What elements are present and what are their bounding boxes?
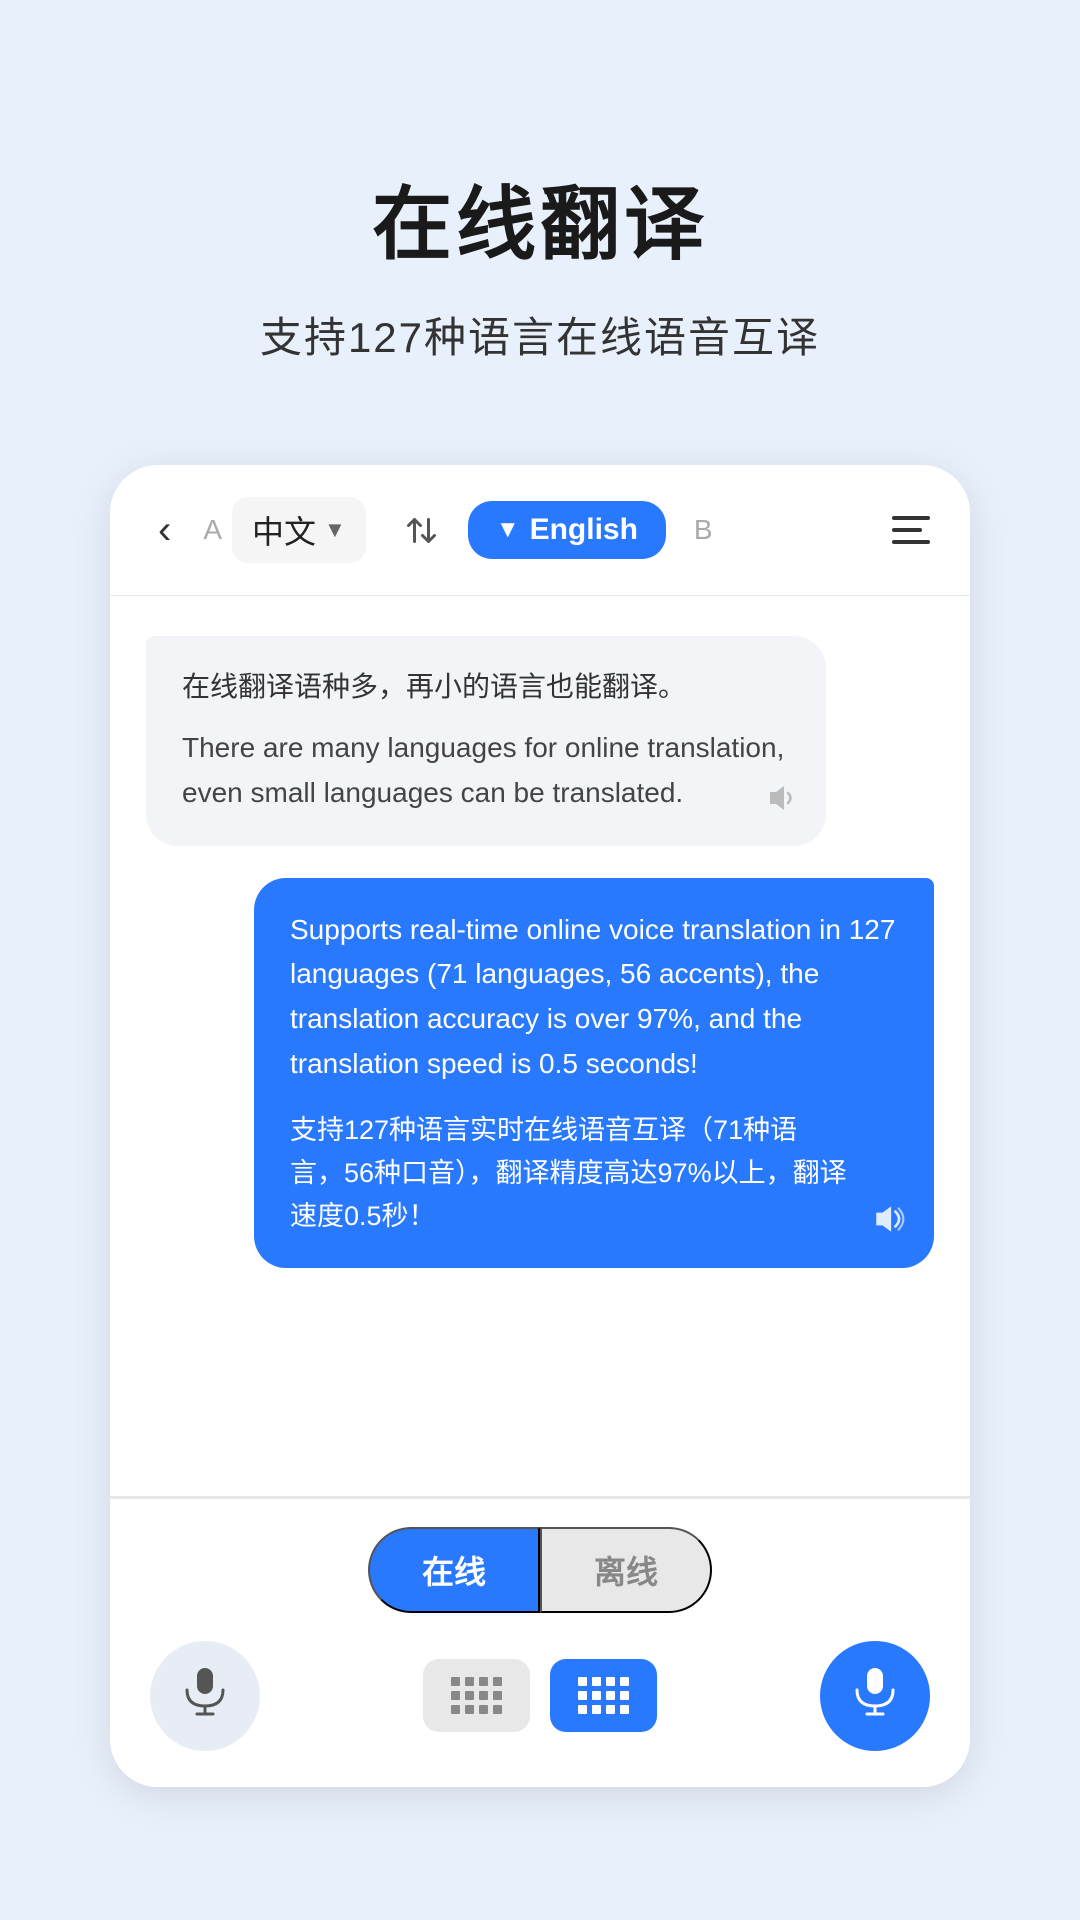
mic-left-button[interactable] bbox=[150, 1641, 260, 1751]
swap-languages-button[interactable] bbox=[389, 503, 444, 557]
lang-a-label: A bbox=[203, 514, 222, 546]
app-card: ‹ A 中文 ▼ ▼ English B bbox=[110, 465, 970, 1787]
menu-line-2 bbox=[892, 528, 922, 532]
source-lang-text: 中文 bbox=[252, 507, 316, 553]
menu-line-1 bbox=[892, 516, 930, 520]
menu-button[interactable] bbox=[892, 516, 930, 544]
bubble-left-translation-text: There are many languages for online tran… bbox=[182, 726, 790, 816]
source-lang-chinese[interactable]: 中文 ▼ bbox=[232, 497, 366, 563]
bubble-right-english-text: Supports real-time online voice translat… bbox=[290, 908, 898, 1087]
source-lang-selector: A 中文 ▼ bbox=[203, 497, 365, 563]
english-flag-icon: ▼ bbox=[496, 516, 520, 544]
speaker-left-icon[interactable] bbox=[766, 782, 798, 822]
back-button[interactable]: ‹ bbox=[150, 508, 179, 553]
mic-right-button[interactable] bbox=[820, 1641, 930, 1751]
menu-line-3 bbox=[892, 540, 930, 544]
mic-right-icon bbox=[849, 1664, 901, 1728]
target-lang-english[interactable]: ▼ English bbox=[468, 501, 666, 559]
bubble-right: Supports real-time online voice translat… bbox=[254, 878, 934, 1269]
page-header: 在线翻译 支持127种语言在线语音互译 bbox=[0, 0, 1080, 425]
keyboard-gray-button[interactable] bbox=[423, 1659, 530, 1732]
keyboard-buttons bbox=[423, 1659, 657, 1732]
mode-online-button[interactable]: 在线 bbox=[368, 1527, 540, 1613]
mode-row: 在线 离线 bbox=[150, 1527, 930, 1613]
keyboard-blue-button[interactable] bbox=[550, 1659, 657, 1732]
page-subtitle: 支持127种语言在线语音互译 bbox=[260, 304, 820, 365]
keyboard-gray-icon bbox=[451, 1677, 502, 1714]
bubble-left: 在线翻译语种多，再小的语言也能翻译。 There are many langua… bbox=[146, 636, 826, 846]
chevron-down-icon: ▼ bbox=[324, 517, 346, 543]
nav-bar: ‹ A 中文 ▼ ▼ English B bbox=[110, 465, 970, 596]
chat-area: 在线翻译语种多，再小的语言也能翻译。 There are many langua… bbox=[110, 596, 970, 1496]
bubble-left-source-text: 在线翻译语种多，再小的语言也能翻译。 bbox=[182, 666, 790, 708]
mic-left-icon bbox=[179, 1664, 231, 1728]
bubble-right-chinese-text: 支持127种语言实时在线语音互译（71种语言，56种口音），翻译精度高达97%以… bbox=[290, 1109, 898, 1239]
mode-offline-button[interactable]: 离线 bbox=[540, 1527, 712, 1613]
lang-b-label: B bbox=[694, 514, 713, 546]
page-title: 在线翻译 bbox=[372, 160, 708, 276]
bottom-bar: 在线 离线 bbox=[110, 1498, 970, 1787]
keyboard-row bbox=[150, 1641, 930, 1751]
speaker-right-icon[interactable] bbox=[872, 1202, 906, 1244]
target-lang-text: English bbox=[530, 513, 638, 547]
keyboard-blue-icon bbox=[578, 1677, 629, 1714]
